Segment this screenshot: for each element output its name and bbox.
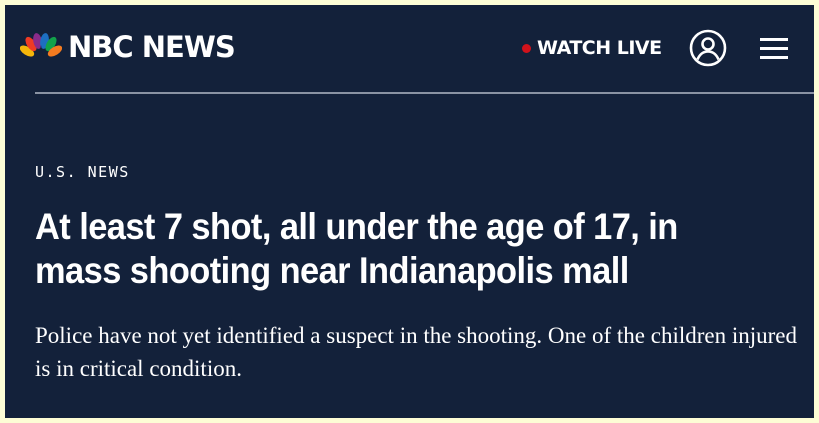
nbc-news-logo[interactable]: NBC NEWS	[20, 30, 236, 64]
page-container: NBC NEWS WATCH LIVE U.S. NEWS At least 7…	[5, 5, 814, 418]
menu-bar	[760, 38, 788, 41]
watch-live-label: WATCH LIVE	[537, 37, 662, 59]
header-divider	[35, 92, 814, 94]
menu-bar	[760, 56, 788, 59]
live-dot-icon	[522, 43, 531, 53]
article-subheadline: Police have not yet identified a suspect…	[35, 323, 797, 381]
user-account-icon	[689, 29, 727, 67]
hamburger-menu-button[interactable]	[760, 36, 792, 62]
menu-bar	[760, 47, 788, 50]
watch-live-button[interactable]: WATCH LIVE	[522, 36, 662, 60]
site-header: NBC NEWS WATCH LIVE	[5, 5, 814, 93]
logo-text: NBC NEWS	[68, 30, 236, 64]
nbc-peacock-icon	[20, 33, 62, 59]
article-headline: At least 7 shot, all under the age of 17…	[35, 206, 678, 291]
section-link[interactable]: U.S. NEWS	[35, 163, 130, 181]
account-button[interactable]	[689, 29, 727, 67]
